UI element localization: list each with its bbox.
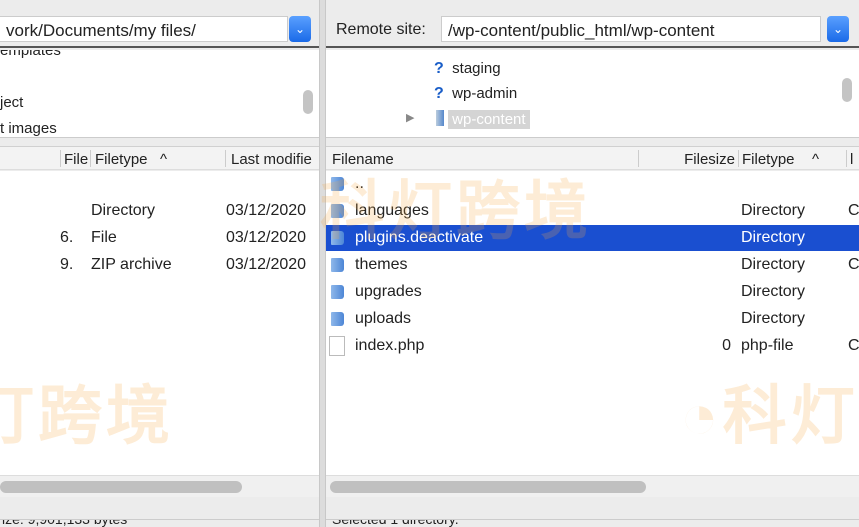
column-filetype[interactable]: Filetype (742, 151, 795, 168)
table-row[interactable]: index.php 0 php-file C (326, 333, 859, 359)
table-row[interactable]: upgrades Directory (326, 279, 859, 305)
folder-icon (331, 177, 344, 191)
file-type: ZIP archive (91, 256, 172, 273)
local-path-input[interactable]: vork/Documents/my files/ (0, 16, 288, 42)
remote-path-input[interactable]: /wp-content/public_html/wp-content (441, 16, 821, 42)
column-filesize[interactable]: Filesize (684, 151, 735, 168)
file-type: File (91, 229, 117, 246)
file-extra: C (848, 202, 859, 219)
file-type: Directory (741, 229, 806, 246)
pane-divider[interactable] (319, 0, 326, 527)
table-row[interactable]: languages Directory C (326, 198, 859, 224)
table-row[interactable]: themes Directory C (326, 252, 859, 278)
file-type: Directory (91, 202, 156, 219)
column-next[interactable]: l (850, 151, 853, 168)
local-file-list: Directory 03/12/2020 6. File 03/12/2020 … (0, 171, 319, 497)
local-horizontal-scrollbar[interactable] (0, 475, 319, 497)
file-size: 6. (60, 229, 74, 246)
file-name: .. (355, 175, 364, 192)
tree-item[interactable]: t images (0, 120, 57, 137)
file-modified: 03/12/2020 (226, 256, 307, 273)
file-extra: C (848, 337, 859, 354)
chevron-down-icon[interactable]: ⌄ (827, 16, 849, 42)
table-row[interactable]: 6. File 03/12/2020 (0, 225, 319, 251)
file-modified: 03/12/2020 (226, 229, 307, 246)
column-filename[interactable]: Filename (332, 151, 394, 168)
tree-item[interactable]: ject (0, 94, 23, 111)
column-filetype[interactable]: Filetype (95, 151, 148, 168)
column-last-modified[interactable]: Last modifie (231, 151, 312, 168)
table-row[interactable]: uploads Directory (326, 306, 859, 332)
file-name: themes (355, 256, 408, 273)
remote-file-list: .. languages Directory Cplugins.deactivate D… (326, 171, 859, 497)
file-name: plugins.deactivate (355, 229, 484, 246)
local-status: ize: 9,901,133 bytes (0, 519, 319, 527)
folder-icon (331, 285, 344, 299)
table-row[interactable]: plugins.deactivate Directory (326, 225, 859, 251)
expand-arrow-icon[interactable]: ▶ (406, 111, 414, 124)
unknown-folder-icon: ? (434, 60, 444, 77)
remote-pane: Remote site: /wp-content/public_html/wp-… (326, 0, 859, 527)
local-list-header: File Filetype ^ Last modifie (0, 146, 319, 170)
folder-icon (331, 231, 344, 245)
sort-ascending-icon: ^ (160, 151, 168, 168)
status-text: ize: 9,901,133 bytes (2, 519, 128, 527)
tree-item[interactable]: ? staging (434, 60, 501, 78)
tree-item[interactable]: emplates (0, 50, 61, 59)
file-extra: C (848, 256, 859, 273)
chevron-down-icon[interactable]: ⌄ (289, 16, 311, 42)
file-type: Directory (741, 202, 806, 219)
file-modified: 03/12/2020 (226, 202, 307, 219)
status-text: Selected 1 directory. (332, 519, 459, 527)
column-filesize[interactable]: File (64, 151, 88, 168)
sort-ascending-icon: ^ (812, 151, 820, 168)
table-row[interactable]: 9. ZIP archive 03/12/2020 (0, 252, 319, 278)
tree-item-selected[interactable]: wp-content (436, 110, 530, 129)
tree-label: wp-admin (452, 85, 518, 102)
table-row[interactable]: Directory 03/12/2020 (0, 198, 319, 224)
remote-list-header: Filename Filesize Filetype ^ l (326, 146, 859, 170)
file-name: upgrades (355, 283, 422, 300)
remote-tree: ? staging ? wp-admin ▶ wp-content (326, 50, 859, 138)
table-row[interactable]: .. (326, 171, 859, 197)
unknown-folder-icon: ? (434, 85, 444, 102)
remote-horizontal-scrollbar[interactable] (326, 475, 859, 497)
folder-icon (331, 258, 344, 272)
tree-item[interactable]: ? wp-admin (434, 85, 517, 103)
file-type: Directory (741, 256, 806, 273)
file-name: languages (355, 202, 429, 219)
folder-icon (436, 110, 444, 126)
file-type: php-file (741, 337, 794, 354)
folder-icon (331, 312, 344, 326)
remote-path-bar: Remote site: /wp-content/public_html/wp-… (326, 12, 859, 48)
local-tree: emplates ject t images (0, 50, 319, 138)
file-type: Directory (741, 310, 806, 327)
file-type: Directory (741, 283, 806, 300)
remote-site-label: Remote site: (336, 21, 426, 38)
tree-scrollbar[interactable] (303, 90, 313, 114)
remote-status: Selected 1 directory. (326, 519, 859, 527)
file-name: uploads (355, 310, 412, 327)
file-icon (329, 336, 345, 356)
tree-label: wp-content (448, 110, 530, 129)
folder-icon (331, 204, 344, 218)
tree-scrollbar[interactable] (842, 78, 852, 102)
file-size: 9. (60, 256, 74, 273)
local-pane: vork/Documents/my files/ ⌄ emplates ject… (0, 0, 319, 527)
file-name: index.php (355, 337, 425, 354)
file-size: 0 (722, 337, 731, 354)
local-path-bar: vork/Documents/my files/ ⌄ (0, 12, 319, 48)
tree-label: staging (452, 60, 501, 77)
